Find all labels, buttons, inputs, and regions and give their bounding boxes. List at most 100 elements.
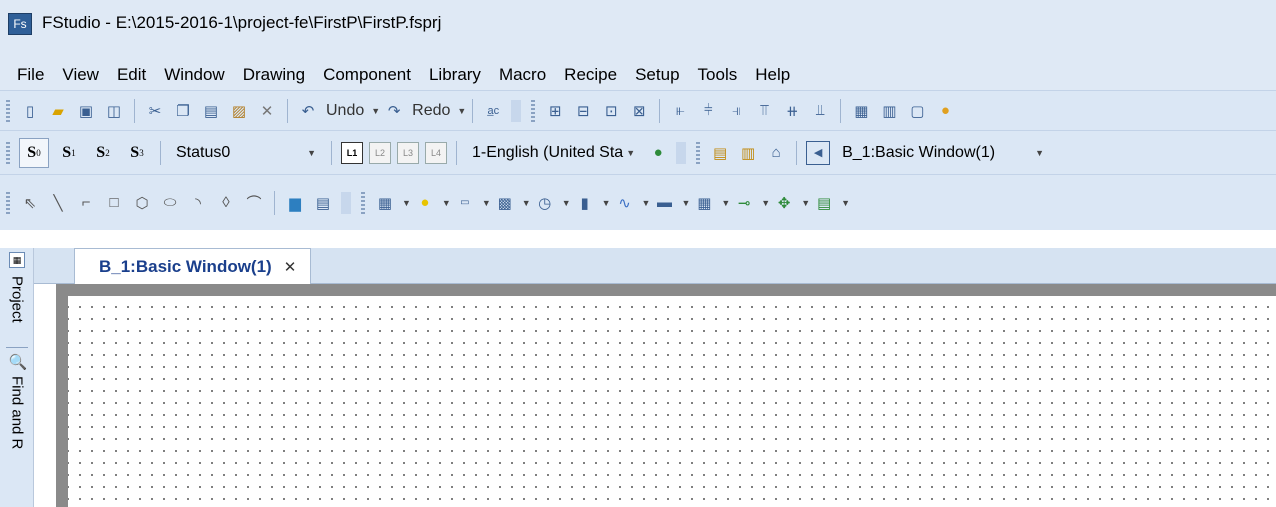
globe-icon[interactable]: ● [647, 142, 669, 164]
menu-library[interactable]: Library [420, 63, 490, 87]
distribute-h-icon[interactable]: ⫪ [753, 100, 775, 122]
toolbar-grip[interactable] [531, 99, 536, 122]
undo-button[interactable]: Undo [326, 102, 364, 120]
align-center-icon[interactable]: ⊡ [600, 100, 622, 122]
undo-dropdown-icon[interactable]: ▼ [371, 106, 380, 116]
window-list-icon[interactable]: ▥ [737, 142, 759, 164]
toolbar-grip[interactable] [6, 141, 10, 164]
chevron-down-icon[interactable]: ▼ [841, 198, 850, 208]
palette-icon[interactable]: ● [934, 100, 956, 122]
menu-file[interactable]: File [8, 63, 53, 87]
align-middle-icon[interactable]: ⫩ [697, 100, 719, 122]
status-select[interactable]: Status0 ▼ [170, 140, 322, 166]
design-canvas[interactable] [68, 296, 1276, 507]
redo-icon[interactable]: ↷ [383, 100, 405, 122]
slider-icon[interactable]: ⊸ [733, 192, 755, 214]
ellipse-icon[interactable]: ⬭ [159, 192, 181, 214]
state-0-button[interactable]: S0 [19, 137, 49, 168]
text-replace-icon[interactable]: a̲c [482, 100, 504, 122]
state-2-button[interactable]: S2 [89, 139, 117, 167]
new-window-icon[interactable]: ▤ [709, 142, 731, 164]
toolbar-overflow-icon[interactable] [511, 99, 522, 122]
paste-icon[interactable]: ▨ [228, 100, 250, 122]
arc-icon[interactable]: ◝ [187, 192, 209, 214]
menu-component[interactable]: Component [314, 63, 420, 87]
previous-window-icon[interactable]: ◀ [806, 140, 831, 165]
clock-icon[interactable]: ◷ [534, 192, 556, 214]
pointer-icon[interactable]: ⇖ [19, 192, 41, 214]
align-top-icon[interactable]: ⫦ [669, 100, 691, 122]
save-icon[interactable]: ▣ [75, 100, 97, 122]
toolbar-grip[interactable] [696, 141, 701, 164]
toolbar-overflow-icon[interactable] [341, 191, 351, 214]
layer-icon[interactable]: ▥ [878, 100, 900, 122]
state-1-button[interactable]: S1 [55, 139, 83, 167]
chevron-down-icon[interactable]: ▼ [482, 198, 491, 208]
layer-4-button[interactable]: L4 [425, 141, 447, 164]
frame-icon[interactable]: ▢ [906, 100, 928, 122]
bar-graph-icon[interactable]: ▮ [574, 192, 596, 214]
toolbar-grip[interactable] [6, 191, 10, 214]
menu-drawing[interactable]: Drawing [234, 63, 314, 87]
save-all-icon[interactable]: ◫ [103, 100, 125, 122]
text-icon[interactable]: ▤ [312, 192, 334, 214]
chevron-down-icon[interactable]: ▼ [402, 198, 411, 208]
chevron-down-icon[interactable]: ▼ [681, 198, 690, 208]
close-icon[interactable]: ✕ [284, 258, 297, 276]
button-icon[interactable]: ▦ [374, 192, 396, 214]
menu-tools[interactable]: Tools [689, 63, 747, 87]
picture-icon[interactable]: ▆ [284, 192, 306, 214]
chevron-down-icon[interactable]: ▼ [761, 198, 770, 208]
undo-icon[interactable]: ↶ [297, 100, 319, 122]
meter-icon[interactable]: ▬ [653, 192, 675, 214]
menu-setup[interactable]: Setup [626, 63, 688, 87]
function-icon[interactable]: ▤ [813, 192, 835, 214]
ungroup-icon[interactable]: ▦ [850, 100, 872, 122]
lamp-icon[interactable]: ● [414, 192, 436, 214]
chevron-down-icon[interactable]: ▼ [442, 198, 451, 208]
cut-icon[interactable]: ✂ [144, 100, 166, 122]
numeric-input-icon[interactable]: ▭ [454, 192, 476, 214]
chevron-down-icon[interactable]: ▼ [522, 198, 531, 208]
line-icon[interactable]: ╲ [47, 192, 69, 214]
delete-icon[interactable]: ✕ [256, 100, 278, 122]
align-bottom-icon[interactable]: ⫣ [725, 100, 747, 122]
toolbar-overflow-icon[interactable] [676, 141, 687, 164]
trend-chart-icon[interactable]: ∿ [614, 192, 636, 214]
open-folder-icon[interactable]: ▰ [47, 100, 69, 122]
menu-edit[interactable]: Edit [108, 63, 155, 87]
curve-icon[interactable]: ⌒ [243, 192, 265, 214]
grid-icon[interactable]: ⊞ [544, 100, 566, 122]
layer-1-button[interactable]: L1 [341, 141, 363, 164]
group-icon[interactable]: ⫫ [809, 100, 831, 122]
dock-tab-find-and-replace[interactable]: 🔍 Find and R [6, 352, 28, 507]
layer-3-button[interactable]: L3 [397, 141, 419, 164]
chevron-down-icon[interactable]: ▼ [642, 198, 651, 208]
redo-button[interactable]: Redo [412, 102, 450, 120]
toolbar-grip[interactable] [361, 191, 365, 214]
menu-view[interactable]: View [53, 63, 108, 87]
polygon-icon[interactable]: ⬡ [131, 192, 153, 214]
rectangle-icon[interactable]: □ [103, 192, 125, 214]
alarm-icon[interactable]: ✥ [773, 192, 795, 214]
menu-window[interactable]: Window [155, 63, 233, 87]
layer-2-button[interactable]: L2 [369, 141, 391, 164]
window-select[interactable]: B_1:Basic Window(1) ▼ [836, 140, 1050, 166]
redo-dropdown-icon[interactable]: ▼ [457, 106, 466, 116]
document-tab[interactable]: B_1:Basic Window(1) ✕ [74, 248, 312, 284]
language-select[interactable]: 1-English (United Sta ▼ [466, 140, 641, 166]
copy-icon[interactable]: ❐ [172, 100, 194, 122]
chevron-down-icon[interactable]: ▼ [721, 198, 730, 208]
new-file-icon[interactable]: ▯ [19, 100, 41, 122]
align-left-icon[interactable]: ⊟ [572, 100, 594, 122]
menu-recipe[interactable]: Recipe [555, 63, 626, 87]
copy-format-icon[interactable]: ▤ [200, 100, 222, 122]
chevron-down-icon[interactable]: ▼ [602, 198, 611, 208]
chevron-down-icon[interactable]: ▼ [562, 198, 571, 208]
window-properties-icon[interactable]: ⌂ [765, 142, 787, 164]
dock-panel-icon[interactable]: ▦ [9, 252, 25, 268]
distribute-v-icon[interactable]: ⧺ [781, 100, 803, 122]
menu-help[interactable]: Help [746, 63, 799, 87]
switch-icon[interactable]: ▩ [494, 192, 516, 214]
align-right-icon[interactable]: ⊠ [628, 100, 650, 122]
